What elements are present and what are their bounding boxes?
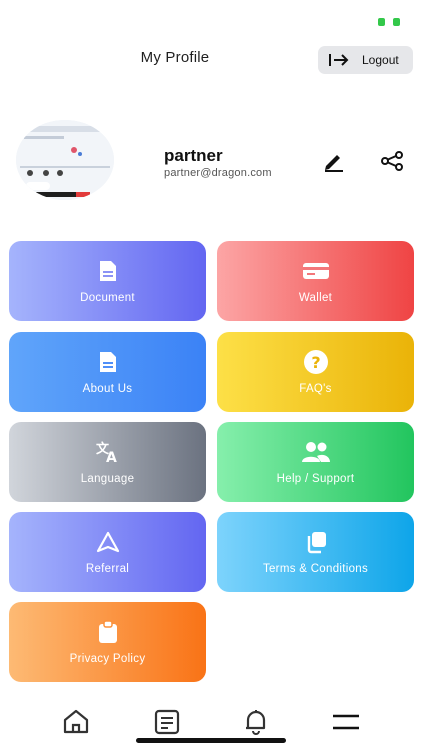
tile-label-document: Document — [80, 292, 135, 304]
header: My Profile Logout — [0, 0, 422, 100]
logout-icon — [329, 54, 349, 66]
user-email: partner@dragon.com — [164, 167, 272, 179]
nav-notifications[interactable] — [241, 707, 271, 737]
navigation-icon — [96, 531, 119, 553]
faq-tile[interactable]: ? FAQ's — [217, 332, 414, 412]
question-icon: ? — [303, 350, 328, 374]
page-title: My Profile — [140, 49, 210, 66]
nav-home[interactable] — [61, 707, 91, 737]
wallet-icon — [302, 263, 329, 279]
logout-label: Logout — [362, 53, 399, 67]
clipboard-icon — [98, 620, 117, 643]
tile-label-terms: Terms & Conditions — [262, 563, 369, 575]
help-support-tile[interactable]: Help / Support — [217, 422, 414, 502]
tile-label-faq: FAQ's — [299, 383, 332, 395]
home-indicator — [136, 738, 286, 743]
tile-label-help-support: Help / Support — [276, 473, 355, 485]
tile-label-language: Language — [80, 473, 135, 485]
share-icon — [381, 151, 403, 171]
edit-profile-button[interactable] — [322, 150, 348, 174]
svg-text:?: ? — [311, 353, 320, 372]
tile-label-referral: Referral — [85, 563, 130, 575]
nav-menu[interactable] — [331, 707, 361, 737]
about-us-tile[interactable]: About Us — [9, 332, 206, 412]
wallet-tile[interactable]: Wallet — [217, 241, 414, 321]
people-icon — [301, 442, 330, 462]
nav-notes[interactable] — [152, 707, 182, 737]
svg-text:A: A — [106, 450, 117, 463]
document-tile[interactable]: Document — [9, 241, 206, 321]
pencil-icon — [325, 155, 343, 172]
bell-icon — [246, 710, 266, 735]
tile-label-wallet: Wallet — [298, 292, 333, 304]
logout-button[interactable]: Logout — [318, 46, 413, 74]
notes-icon — [154, 709, 180, 735]
privacy-policy-tile[interactable]: Privacy Policy — [9, 602, 206, 682]
tile-label-privacy-policy: Privacy Policy — [69, 653, 146, 665]
document-icon — [99, 352, 116, 372]
avatar[interactable] — [16, 120, 114, 200]
language-tile[interactable]: 文A Language — [9, 422, 206, 502]
referral-tile[interactable]: Referral — [9, 512, 206, 592]
home-icon — [63, 709, 89, 734]
share-button[interactable] — [380, 150, 406, 174]
copy-icon — [307, 532, 326, 554]
translate-icon: 文A — [96, 441, 117, 463]
terms-tile[interactable]: Terms & Conditions — [217, 512, 414, 592]
profile-section: partner partner@dragon.com — [0, 120, 422, 205]
user-name: partner — [164, 146, 223, 165]
tile-label-about-us: About Us — [82, 383, 133, 395]
document-icon — [99, 261, 116, 281]
menu-icon — [333, 714, 359, 730]
